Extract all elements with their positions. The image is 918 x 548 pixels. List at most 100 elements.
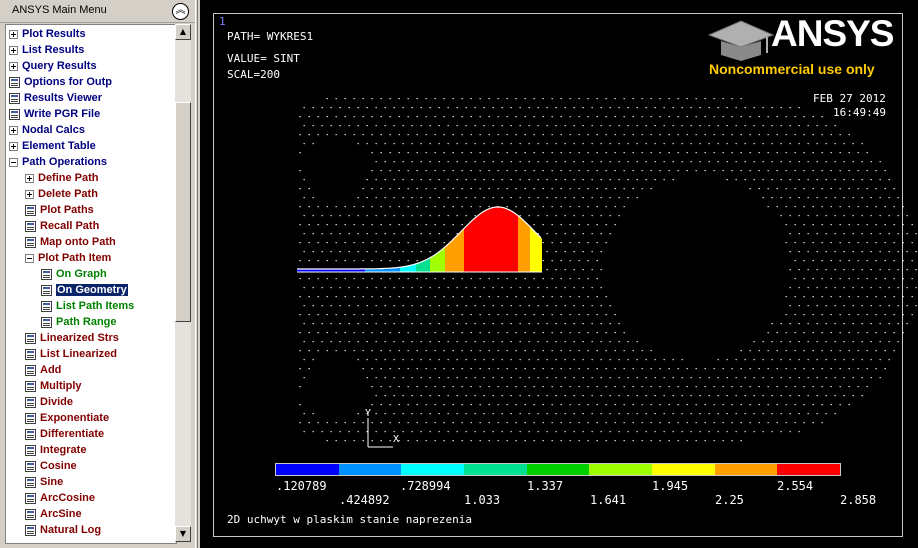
menu-item-add[interactable]: Add: [25, 362, 61, 378]
menu-item-label: Query Results: [22, 60, 97, 72]
command-icon: [25, 412, 36, 424]
menu-item-label: Path Range: [56, 316, 117, 328]
window-number: 1: [219, 15, 226, 28]
command-icon: [25, 364, 36, 376]
menu-item-label: Nodal Calcs: [22, 124, 85, 136]
menu-item-multiply[interactable]: Multiply: [25, 378, 82, 394]
command-icon: [41, 284, 52, 296]
expand-icon[interactable]: [9, 125, 18, 135]
legend-color-band: [589, 464, 653, 475]
menu-item-list-linearized[interactable]: List Linearized: [25, 346, 117, 362]
scroll-up-button[interactable]: ▲: [175, 24, 191, 40]
menu-item-plot-path-item[interactable]: Plot Path Item: [25, 250, 111, 266]
command-icon: [25, 348, 36, 360]
menu-item-label: List Results: [22, 44, 85, 56]
main-menu-title: ANSYS Main Menu: [12, 4, 107, 16]
menu-item-list-results[interactable]: List Results: [9, 42, 84, 58]
menu-tree: Plot Results List Results Query Results Opt…: [5, 24, 177, 544]
path-plot: [297, 206, 542, 273]
value-label: VALUE= SINT: [227, 52, 300, 65]
menu-item-label: Plot Paths: [40, 204, 94, 216]
menu-scrollbar[interactable]: ▲ ▼: [175, 24, 191, 542]
menu-item-path-range[interactable]: Path Range: [41, 314, 117, 330]
menu-item-label: Linearized Strs: [40, 332, 119, 344]
command-icon: [41, 316, 52, 328]
legend-color-band: [714, 464, 778, 475]
expand-icon[interactable]: [25, 189, 34, 199]
legend-color-band: [526, 464, 590, 475]
menu-item-plot-paths[interactable]: Plot Paths: [25, 202, 94, 218]
graphics-window[interactable]: YX 1 PATH= WYKRES1 VALUE= SINT SCAL=200 …: [200, 0, 918, 548]
expand-icon[interactable]: [25, 173, 34, 183]
menu-item-label: Define Path: [38, 172, 99, 184]
panel-divider[interactable]: [195, 0, 198, 548]
legend-label: 1.033: [464, 493, 501, 507]
menu-item-recall-path[interactable]: Recall Path: [25, 218, 99, 234]
menu-item-sine[interactable]: Sine: [25, 474, 63, 490]
menu-item-label: List Linearized: [40, 348, 118, 360]
scale-label: SCAL=200: [227, 68, 280, 81]
main-menu-header: ANSYS Main Menu ︽: [0, 0, 197, 23]
menu-item-path-operations[interactable]: Path Operations: [9, 154, 107, 170]
logo-subtitle: Noncommercial use only: [709, 61, 875, 77]
command-icon: [25, 508, 36, 520]
command-icon: [25, 332, 36, 344]
command-icon: [25, 204, 36, 216]
axis-x-label: X: [393, 434, 399, 445]
menu-item-options-for-outp[interactable]: Options for Outp: [9, 74, 112, 90]
chevron-up-double-icon[interactable]: ︽: [172, 3, 189, 20]
menu-item-label: Natural Log: [40, 524, 102, 536]
legend-color-band: [464, 464, 527, 475]
scroll-down-button[interactable]: ▼: [175, 526, 191, 542]
menu-item-label: Plot Path Item: [38, 252, 112, 264]
menu-item-on-graph[interactable]: On Graph: [41, 266, 107, 282]
menu-item-label: Write PGR File: [24, 108, 101, 120]
menu-item-on-geometry[interactable]: On Geometry: [41, 282, 128, 298]
menu-item-label: ArcCosine: [40, 492, 96, 504]
menu-item-label: ArcSine: [40, 508, 82, 520]
expand-icon[interactable]: [9, 141, 18, 151]
menu-item-natural-log[interactable]: Natural Log: [25, 522, 101, 538]
menu-item-label: Exponentiate: [40, 412, 110, 424]
menu-item-arcsine[interactable]: ArcSine: [25, 506, 82, 522]
command-icon: [25, 444, 36, 456]
scrollbar-thumb[interactable]: [175, 102, 191, 322]
command-icon: [25, 492, 36, 504]
menu-item-map-onto-path[interactable]: Map onto Path: [25, 234, 116, 250]
menu-item-linearized-strs[interactable]: Linearized Strs: [25, 330, 119, 346]
menu-item-delete-path[interactable]: Delete Path: [25, 186, 98, 202]
menu-item-label: Integrate: [40, 444, 87, 456]
menu-item-label: Element Table: [22, 140, 96, 152]
command-icon: [25, 380, 36, 392]
command-icon: [25, 524, 36, 536]
legend-label: 2.554: [777, 479, 814, 493]
menu-item-label: Sine: [40, 476, 64, 488]
legend-label: 2.858: [840, 493, 877, 507]
menu-item-plot-results[interactable]: Plot Results: [9, 26, 86, 42]
expand-icon[interactable]: [9, 45, 18, 55]
legend-color-band: [777, 464, 841, 475]
collapse-icon[interactable]: [25, 253, 34, 263]
menu-item-differentiate[interactable]: Differentiate: [25, 426, 104, 442]
menu-item-query-results[interactable]: Query Results: [9, 58, 97, 74]
menu-item-arccosine[interactable]: ArcCosine: [25, 490, 95, 506]
menu-item-nodal-calcs[interactable]: Nodal Calcs: [9, 122, 85, 138]
collapse-icon[interactable]: [9, 157, 18, 167]
menu-item-cosine[interactable]: Cosine: [25, 458, 77, 474]
menu-item-element-table[interactable]: Element Table: [9, 138, 96, 154]
graduation-cap-icon: [707, 20, 775, 61]
expand-icon[interactable]: [9, 29, 18, 39]
expand-icon[interactable]: [9, 61, 18, 71]
menu-item-write-pgr-file[interactable]: Write PGR File: [9, 106, 100, 122]
ansys-logo: ANSYS Noncommercial use only: [705, 13, 905, 80]
menu-item-label: Differentiate: [40, 428, 105, 440]
menu-item-list-path-items[interactable]: List Path Items: [41, 298, 134, 314]
menu-item-divide[interactable]: Divide: [25, 394, 73, 410]
time-label: 16:49:49: [833, 106, 886, 119]
menu-item-results-viewer[interactable]: Results Viewer: [9, 90, 102, 106]
plot-title: 2D uchwyt w plaskim stanie naprezenia: [227, 513, 473, 526]
menu-item-exponentiate[interactable]: Exponentiate: [25, 410, 109, 426]
menu-item-integrate[interactable]: Integrate: [25, 442, 86, 458]
menu-item-define-path[interactable]: Define Path: [25, 170, 99, 186]
command-icon: [41, 300, 52, 312]
